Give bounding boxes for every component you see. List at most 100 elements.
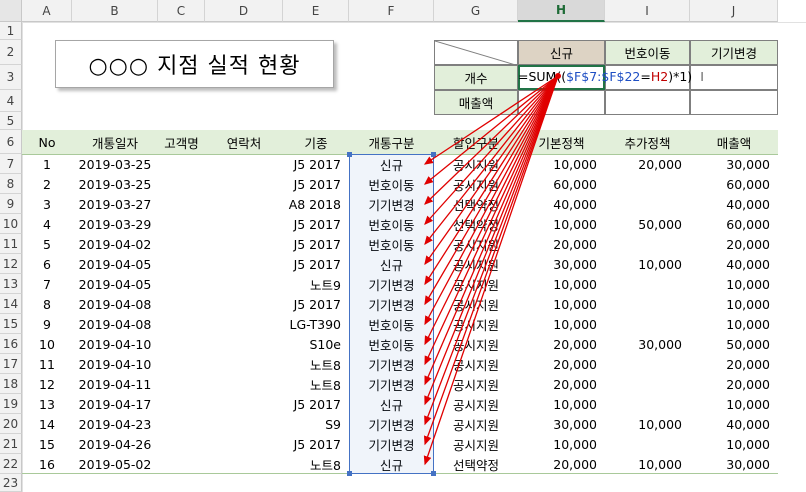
cell-base-policy[interactable]: 30,000 [518,414,605,434]
row-header-19[interactable]: 19 [0,394,22,414]
cell-customer[interactable] [158,374,205,394]
cell-contact[interactable] [205,354,283,374]
cell-extra-policy[interactable]: 20,000 [605,154,690,174]
cell-sales[interactable]: 20,000 [690,374,778,394]
cell-discount-type[interactable]: 선택약정 [434,454,518,474]
cell-open-date[interactable]: 2019-05-02 [72,454,158,474]
cell-no[interactable]: 1 [22,154,72,174]
row-header-7[interactable]: 7 [0,154,22,174]
row-header-13[interactable]: 13 [0,274,22,294]
cell-customer[interactable] [158,174,205,194]
cell-no[interactable]: 11 [22,354,72,374]
cell-customer[interactable] [158,234,205,254]
cell-contact[interactable] [205,254,283,274]
cell-customer[interactable] [158,434,205,454]
row-header-18[interactable]: 18 [0,374,22,394]
cell-discount-type[interactable]: 공시지원 [434,334,518,354]
cell-customer[interactable] [158,354,205,374]
cell-customer[interactable] [158,274,205,294]
cell-contact[interactable] [205,374,283,394]
cell-contact[interactable] [205,334,283,354]
row-header-5[interactable]: 5 [0,112,22,130]
cell-sales[interactable]: 50,000 [690,334,778,354]
column-header-a[interactable]: A [22,0,72,22]
column-header-c[interactable]: C [158,0,205,22]
summary-header-change[interactable]: 기기변경 [690,40,778,65]
row-header-21[interactable]: 21 [0,434,22,454]
cell-sales[interactable]: 40,000 [690,194,778,214]
cell-model[interactable]: J5 2017 [283,434,349,454]
row-header-8[interactable]: 8 [0,174,22,194]
column-header-j[interactable]: J [690,0,778,22]
cell-customer[interactable] [158,154,205,174]
cell-no[interactable]: 5 [22,234,72,254]
cell-base-policy[interactable]: 30,000 [518,254,605,274]
cell-extra-policy[interactable] [605,194,690,214]
cell-discount-type[interactable]: 공시지원 [434,274,518,294]
cell-contact[interactable] [205,294,283,314]
cell-extra-policy[interactable]: 30,000 [605,334,690,354]
cell-model[interactable]: J5 2017 [283,294,349,314]
cell-discount-type[interactable]: 공시지원 [434,154,518,174]
cell-extra-policy[interactable] [605,394,690,414]
cell-model[interactable]: J5 2017 [283,154,349,174]
cell-base-policy[interactable]: 10,000 [518,314,605,334]
cell-customer[interactable] [158,414,205,434]
column-header-g[interactable]: G [434,0,518,22]
summary-cell-j4[interactable] [690,90,778,115]
cell-discount-type[interactable]: 공시지원 [434,234,518,254]
cell-contact[interactable] [205,174,283,194]
cell-customer[interactable] [158,334,205,354]
row-header-16[interactable]: 16 [0,334,22,354]
cell-discount-type[interactable]: 공시지원 [434,374,518,394]
cell-model[interactable]: J5 2017 [283,254,349,274]
cell-open-date[interactable]: 2019-04-05 [72,274,158,294]
cell-base-policy[interactable]: 20,000 [518,354,605,374]
cell-discount-type[interactable]: 공시지원 [434,414,518,434]
row-header-23[interactable]: 23 [0,474,22,492]
cell-sales[interactable]: 60,000 [690,214,778,234]
cell-sales[interactable]: 30,000 [690,154,778,174]
cell-open-date[interactable]: 2019-03-27 [72,194,158,214]
cell-contact[interactable] [205,194,283,214]
cell-open-date[interactable]: 2019-04-02 [72,234,158,254]
cell-open-date[interactable]: 2019-04-26 [72,434,158,454]
cell-base-policy[interactable]: 40,000 [518,194,605,214]
cell-contact[interactable] [205,414,283,434]
cell-discount-type[interactable]: 선택약정 [434,194,518,214]
cell-no[interactable]: 15 [22,434,72,454]
cell-model[interactable]: LG-T390 [283,314,349,334]
cell-contact[interactable] [205,234,283,254]
cell-base-policy[interactable]: 20,000 [518,234,605,254]
cell-base-policy[interactable]: 60,000 [518,174,605,194]
cell-customer[interactable] [158,394,205,414]
summary-cell-i4[interactable] [605,90,690,115]
cell-open-date[interactable]: 2019-03-25 [72,154,158,174]
cell-sales[interactable]: 30,000 [690,454,778,474]
cell-base-policy[interactable]: 10,000 [518,294,605,314]
cell-base-policy[interactable]: 10,000 [518,434,605,454]
cell-no[interactable]: 12 [22,374,72,394]
column-header-b[interactable]: B [72,0,158,22]
column-header-d[interactable]: D [205,0,283,22]
cell-contact[interactable] [205,314,283,334]
select-all-corner[interactable] [0,0,22,22]
row-header-11[interactable]: 11 [0,234,22,254]
cell-open-date[interactable]: 2019-04-23 [72,414,158,434]
summary-header-port[interactable]: 번호이동 [605,40,690,65]
cell-no[interactable]: 7 [22,274,72,294]
cell-open-date[interactable]: 2019-03-25 [72,174,158,194]
cell-extra-policy[interactable] [605,314,690,334]
cell-model[interactable]: S9 [283,414,349,434]
cell-no[interactable]: 14 [22,414,72,434]
cell-contact[interactable] [205,214,283,234]
cell-customer[interactable] [158,314,205,334]
cell-extra-policy[interactable] [605,374,690,394]
row-header-1[interactable]: 1 [0,22,22,40]
formula-in-cell[interactable]: =SUM(($F$7:$F$22 = H2)*1) I [518,65,704,87]
cell-base-policy[interactable]: 10,000 [518,214,605,234]
cell-open-date[interactable]: 2019-04-10 [72,334,158,354]
cell-extra-policy[interactable]: 10,000 [605,414,690,434]
cell-model[interactable]: J5 2017 [283,174,349,194]
row-header-12[interactable]: 12 [0,254,22,274]
